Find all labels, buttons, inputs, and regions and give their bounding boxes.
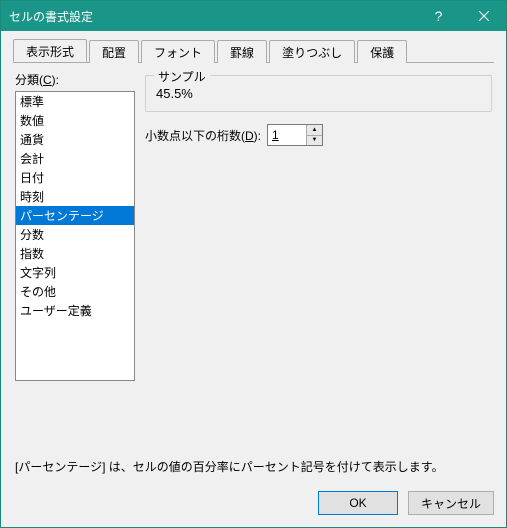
decimal-places-spinner[interactable]: ▲ ▼ (267, 124, 323, 146)
decimal-places-row: 小数点以下の桁数(D): ▲ ▼ (145, 124, 492, 146)
category-item[interactable]: パーセンテージ (16, 206, 134, 225)
category-item[interactable]: 通貨 (16, 130, 134, 149)
titlebar: セルの書式設定 ? (1, 1, 506, 31)
tabs-area: 表示形式配置フォント罫線塗りつぶし保護 (1, 31, 506, 63)
tab-0[interactable]: 表示形式 (13, 39, 87, 62)
close-button[interactable] (461, 1, 506, 31)
tab-4[interactable]: 塗りつぶし (269, 40, 355, 63)
category-list[interactable]: 標準数値通貨会計日付時刻パーセンテージ分数指数文字列その他ユーザー定義 (15, 91, 135, 381)
category-item[interactable]: その他 (16, 282, 134, 301)
tab-5[interactable]: 保護 (357, 40, 407, 63)
category-item[interactable]: ユーザー定義 (16, 301, 134, 320)
category-column: 分類(C): 標準数値通貨会計日付時刻パーセンテージ分数指数文字列その他ユーザー… (15, 71, 135, 448)
sample-value: 45.5% (156, 86, 481, 101)
spinner-up-button[interactable]: ▲ (307, 125, 322, 135)
tab-1[interactable]: 配置 (89, 40, 139, 63)
category-item[interactable]: 分数 (16, 225, 134, 244)
sample-legend: サンプル (154, 68, 210, 85)
options-column: サンプル 45.5% 小数点以下の桁数(D): ▲ ▼ (145, 71, 492, 448)
help-button[interactable]: ? (416, 1, 461, 31)
tab-3[interactable]: 罫線 (217, 40, 267, 63)
sample-group: サンプル 45.5% (145, 75, 492, 112)
category-label: 分類(C): (15, 71, 135, 88)
decimal-places-input[interactable] (268, 125, 306, 145)
decimal-places-label: 小数点以下の桁数(D): (145, 127, 261, 144)
format-description: [パーセンテージ] は、セルの値の百分率にパーセント記号を付けて表示します。 (15, 458, 492, 475)
category-item[interactable]: 時刻 (16, 187, 134, 206)
tab-content: 分類(C): 標準数値通貨会計日付時刻パーセンテージ分数指数文字列その他ユーザー… (1, 63, 506, 481)
tab-2[interactable]: フォント (141, 40, 215, 63)
category-item[interactable]: 標準 (16, 92, 134, 111)
ok-button[interactable]: OK (318, 491, 398, 515)
spinner-buttons: ▲ ▼ (306, 125, 322, 145)
format-cells-dialog: セルの書式設定 ? 表示形式配置フォント罫線塗りつぶし保護 分類(C): 標準数… (0, 0, 507, 528)
spinner-down-button[interactable]: ▼ (307, 135, 322, 146)
category-item[interactable]: 会計 (16, 149, 134, 168)
dialog-footer: OK キャンセル (1, 481, 506, 527)
tabs: 表示形式配置フォント罫線塗りつぶし保護 (13, 39, 494, 63)
category-item[interactable]: 数値 (16, 111, 134, 130)
close-icon (479, 11, 489, 21)
category-item[interactable]: 指数 (16, 244, 134, 263)
category-item[interactable]: 日付 (16, 168, 134, 187)
window-title: セルの書式設定 (9, 8, 416, 25)
category-item[interactable]: 文字列 (16, 263, 134, 282)
cancel-button[interactable]: キャンセル (408, 491, 494, 515)
